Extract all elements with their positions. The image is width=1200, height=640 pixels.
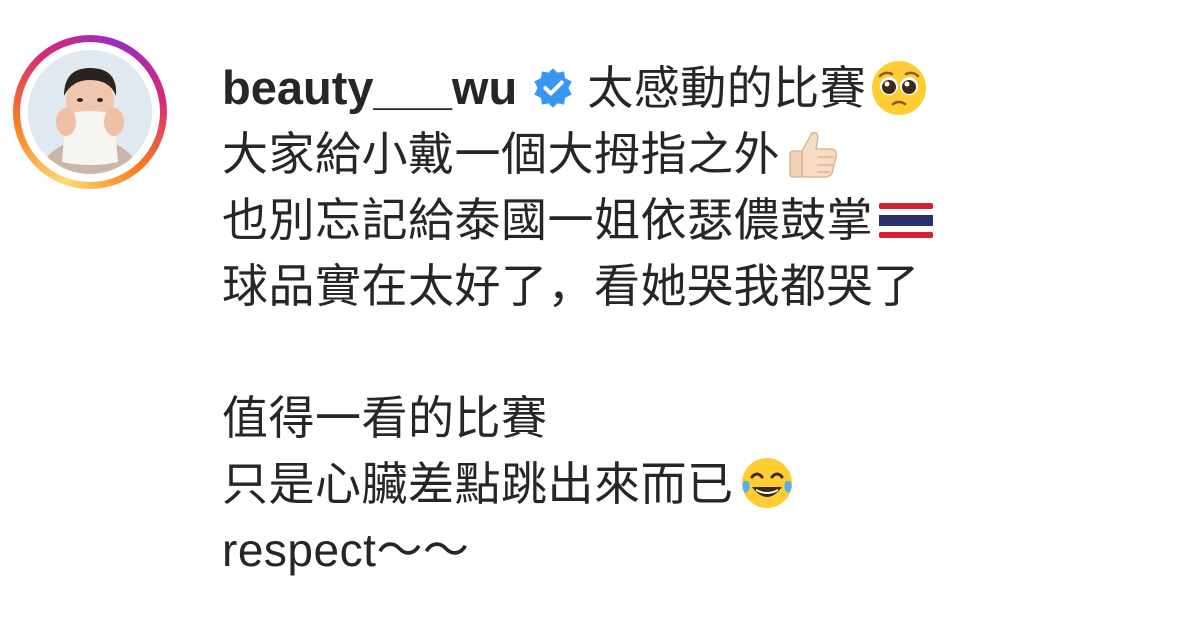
- avatar[interactable]: [28, 50, 152, 174]
- caption-line-7: 只是心臟差點跳出來而已: [222, 451, 1182, 517]
- caption-line-2: 大家給小戴一個大拇指之外: [222, 121, 1182, 187]
- caption-text-3: 也別忘記給泰國一姐依瑟儂鼓掌: [222, 193, 873, 247]
- thailand-flag-emoji: [877, 191, 935, 249]
- tears-of-joy-emoji: [738, 455, 796, 513]
- caption-line-4: 球品實在太好了，看她哭我都哭了: [222, 253, 1182, 319]
- caption-text-4: 球品實在太好了，看她哭我都哭了: [222, 259, 920, 313]
- caption-text-2: 大家給小戴一個大拇指之外: [222, 127, 780, 181]
- story-ring[interactable]: [13, 35, 167, 189]
- caption-text-6: 值得一看的比賽: [222, 391, 548, 445]
- username-link[interactable]: beauty___wu: [222, 55, 517, 121]
- comment-caption: beauty___wu 太感動的比賽 大家給小戴一個大拇指之外 也別忘記給泰國一…: [222, 55, 1182, 583]
- caption-line-1: beauty___wu 太感動的比賽: [222, 55, 1182, 121]
- instagram-comment: beauty___wu 太感動的比賽 大家給小戴一個大拇指之外 也別忘記給泰國一…: [0, 0, 1200, 640]
- verified-badge-icon: [531, 66, 575, 110]
- thumbs-up-emoji: [784, 125, 842, 183]
- caption-text-1: 太感動的比賽: [587, 61, 867, 115]
- caption-line-6: 值得一看的比賽: [222, 385, 1182, 451]
- caption-line-8: respect～～: [222, 517, 1182, 583]
- caption-text-8: respect～～: [222, 524, 470, 576]
- caption-line-3: 也別忘記給泰國一姐依瑟儂鼓掌: [222, 187, 1182, 253]
- pleading-face-emoji: [870, 59, 928, 117]
- caption-text-7: 只是心臟差點跳出來而已: [222, 457, 734, 511]
